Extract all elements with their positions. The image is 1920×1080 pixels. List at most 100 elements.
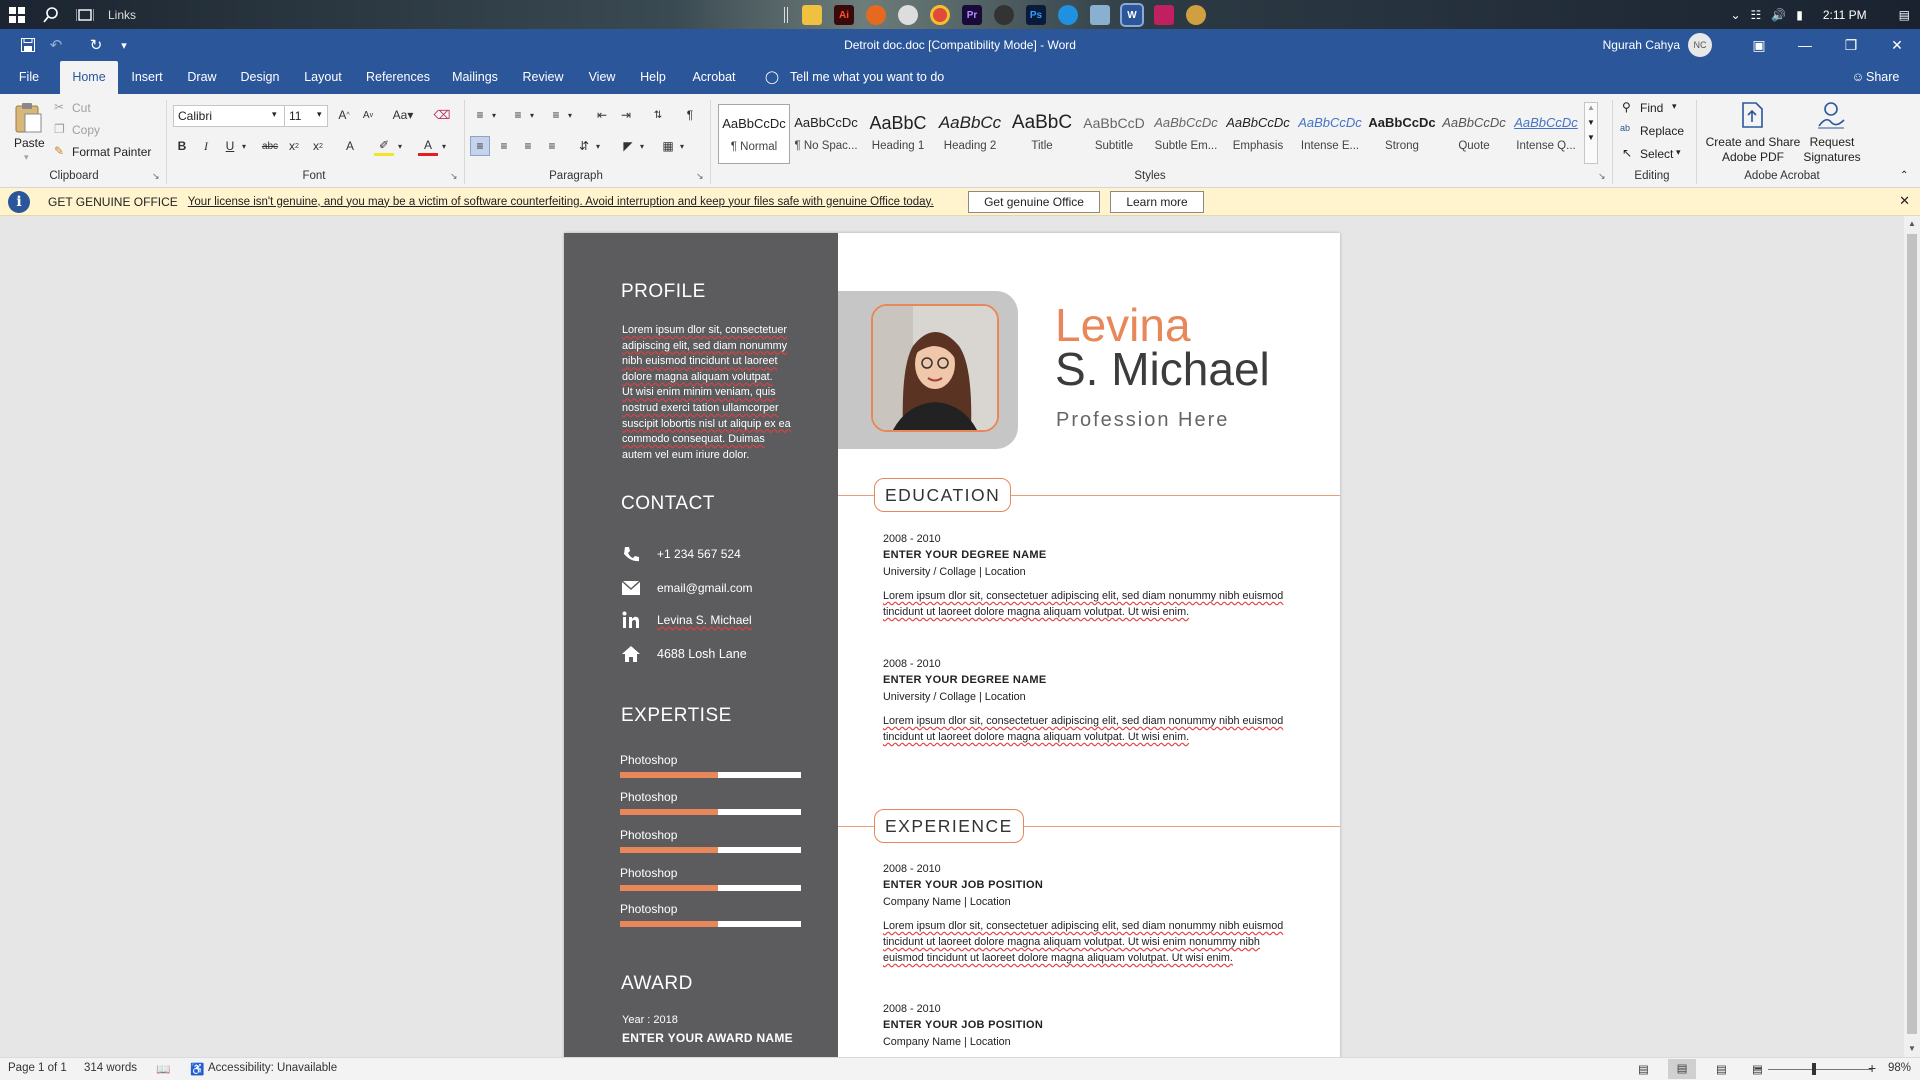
borders-icon[interactable]: ▦ [658, 136, 678, 156]
gallery-up-icon[interactable]: ▲ [1585, 103, 1597, 112]
create-share-pdf-button[interactable]: Create and Share Adobe PDF [1700, 135, 1806, 165]
multilevel-list-icon[interactable]: ≡ [546, 105, 566, 125]
strikethrough-icon[interactable]: abc [260, 136, 280, 156]
scroll-down-icon[interactable]: ▼ [1904, 1041, 1920, 1057]
lightbulb-icon[interactable]: ◯ [760, 61, 784, 94]
font-size-dropdown-icon[interactable]: ▾ [317, 109, 322, 120]
font-name-dropdown-icon[interactable]: ▾ [272, 109, 277, 120]
format-painter-button[interactable]: Format Painter [72, 145, 151, 159]
style-normal[interactable]: AaBbCcDc ¶ Normal [718, 104, 790, 164]
bold-icon[interactable]: B [172, 136, 192, 156]
page-count[interactable]: Page 1 of 1 [8, 1062, 67, 1074]
infobar-message-link[interactable]: Your license isn't genuine, and you may … [188, 196, 934, 208]
obs-icon[interactable] [994, 5, 1014, 25]
underline-icon[interactable]: U [220, 136, 240, 156]
styles-launcher-icon[interactable]: ↘ [1598, 171, 1606, 182]
underline-dropdown-icon[interactable]: ▾ [238, 136, 250, 156]
show-formatting-icon[interactable]: ¶ [680, 105, 700, 125]
task-view-icon[interactable] [74, 4, 96, 26]
app-icon[interactable] [898, 5, 918, 25]
redo-icon[interactable]: ↻ [86, 35, 106, 55]
accessibility-status[interactable]: Accessibility: Unavailable [208, 1062, 337, 1074]
tell-me-search[interactable]: Tell me what you want to do [790, 61, 944, 94]
justify-icon[interactable]: ≡ [542, 136, 562, 156]
style-subtle-emphasis[interactable]: AaBbCcDc Subtle Em... [1150, 104, 1222, 164]
style-heading-2[interactable]: AaBbCc Heading 2 [934, 104, 1006, 164]
align-left-icon[interactable]: ≡ [470, 136, 490, 156]
copy-button[interactable]: Copy [72, 123, 100, 137]
tab-home[interactable]: Home [60, 61, 118, 94]
notification-icon[interactable]: ▤ [1899, 8, 1910, 22]
clock[interactable]: 2:11 PM [1823, 8, 1867, 22]
premiere-icon[interactable]: Pr [962, 5, 982, 25]
firefox-icon[interactable] [866, 5, 886, 25]
shading-icon[interactable]: ◤ [618, 136, 638, 156]
scroll-up-icon[interactable]: ▲ [1904, 216, 1920, 232]
style-quote[interactable]: AaBbCcDc Quote [1438, 104, 1510, 164]
borders-dropdown-icon[interactable]: ▾ [676, 136, 688, 156]
numbering-icon[interactable]: ≡ [508, 105, 528, 125]
tab-references[interactable]: References [362, 61, 434, 94]
document-page[interactable]: PROFILE Lorem ipsum dlor sit, consectetu… [564, 233, 1340, 1057]
style-no-spacing[interactable]: AaBbCcDc ¶ No Spac... [790, 104, 862, 164]
style-intense-emphasis[interactable]: AaBbCcDc Intense E... [1294, 104, 1366, 164]
style-intense-quote[interactable]: AaBbCcDc Intense Q... [1510, 104, 1582, 164]
learn-more-button[interactable]: Learn more [1110, 191, 1204, 213]
gallery-more-icon[interactable]: ▼ [1585, 133, 1597, 142]
clipboard-launcher-icon[interactable]: ↘ [152, 171, 160, 182]
paint-icon[interactable] [1186, 5, 1206, 25]
experience-entry[interactable]: 2008 - 2010 ENTER YOUR JOB POSITION Comp… [883, 1003, 1303, 1048]
font-name-combo[interactable]: Calibri [173, 105, 285, 127]
gallery-down-icon[interactable]: ▼ [1585, 118, 1597, 127]
text-effects-icon[interactable]: A [340, 136, 360, 156]
tab-review[interactable]: Review [514, 61, 572, 94]
font-launcher-icon[interactable]: ↘ [450, 171, 458, 182]
restore-icon[interactable]: ❐ [1828, 29, 1874, 61]
close-infobar-icon[interactable]: ✕ [1899, 193, 1910, 209]
line-spacing-dropdown-icon[interactable]: ▾ [592, 136, 604, 156]
style-strong[interactable]: AaBbCcDc Strong [1366, 104, 1438, 164]
cut-icon[interactable]: ✂ [54, 100, 64, 114]
tab-file[interactable]: File [10, 61, 48, 94]
notepad-icon[interactable] [1090, 5, 1110, 25]
tab-layout[interactable]: Layout [296, 61, 350, 94]
increase-indent-icon[interactable]: ⇥ [616, 105, 636, 125]
chrome-icon[interactable] [930, 5, 950, 25]
search-icon[interactable] [40, 4, 62, 26]
battery-icon[interactable]: ▮ [1796, 8, 1803, 22]
find-button[interactable]: Find [1640, 101, 1663, 115]
multilevel-dropdown-icon[interactable]: ▾ [564, 105, 576, 125]
document-canvas[interactable]: PROFILE Lorem ipsum dlor sit, consectetu… [0, 216, 1904, 1057]
app-grid-icon[interactable] [1154, 5, 1174, 25]
bullets-dropdown-icon[interactable]: ▾ [488, 105, 500, 125]
clear-formatting-icon[interactable]: ⌫ [432, 105, 452, 125]
font-color-dropdown-icon[interactable]: ▾ [438, 136, 450, 156]
highlight-icon[interactable]: ✐ [374, 136, 394, 156]
zoom-slider[interactable] [1768, 1069, 1872, 1070]
illustrator-icon[interactable]: Ai [834, 5, 854, 25]
education-entry[interactable]: 2008 - 2010 ENTER YOUR DEGREE NAME Unive… [883, 533, 1303, 620]
save-icon[interactable] [18, 35, 38, 55]
create-pdf-icon[interactable] [1740, 100, 1766, 130]
close-icon[interactable]: ✕ [1874, 29, 1920, 61]
superscript-icon[interactable]: x2 [308, 136, 328, 156]
numbering-dropdown-icon[interactable]: ▾ [526, 105, 538, 125]
paste-icon[interactable] [14, 102, 42, 134]
shrink-font-icon[interactable]: Av [358, 105, 378, 125]
collapse-ribbon-icon[interactable]: ⌃ [1900, 170, 1908, 181]
italic-icon[interactable]: I [196, 136, 216, 156]
tab-draw[interactable]: Draw [180, 61, 224, 94]
cut-button[interactable]: Cut [72, 101, 91, 115]
profession[interactable]: Profession Here [1056, 409, 1229, 432]
customize-qat-icon[interactable]: ▾ [114, 35, 134, 55]
user-account[interactable]: Ngurah Cahya NC [1603, 29, 1712, 61]
file-explorer-icon[interactable] [802, 5, 822, 25]
taskbar-links-toolbar[interactable]: Links [108, 8, 136, 22]
replace-icon[interactable]: ab [1620, 123, 1630, 133]
copy-icon[interactable]: ❐ [54, 122, 65, 136]
style-subtitle[interactable]: AaBbCcD Subtitle [1078, 104, 1150, 164]
tab-insert[interactable]: Insert [124, 61, 170, 94]
word-count[interactable]: 314 words [84, 1062, 137, 1074]
windows-start-icon[interactable] [6, 4, 28, 26]
shading-dropdown-icon[interactable]: ▾ [636, 136, 648, 156]
